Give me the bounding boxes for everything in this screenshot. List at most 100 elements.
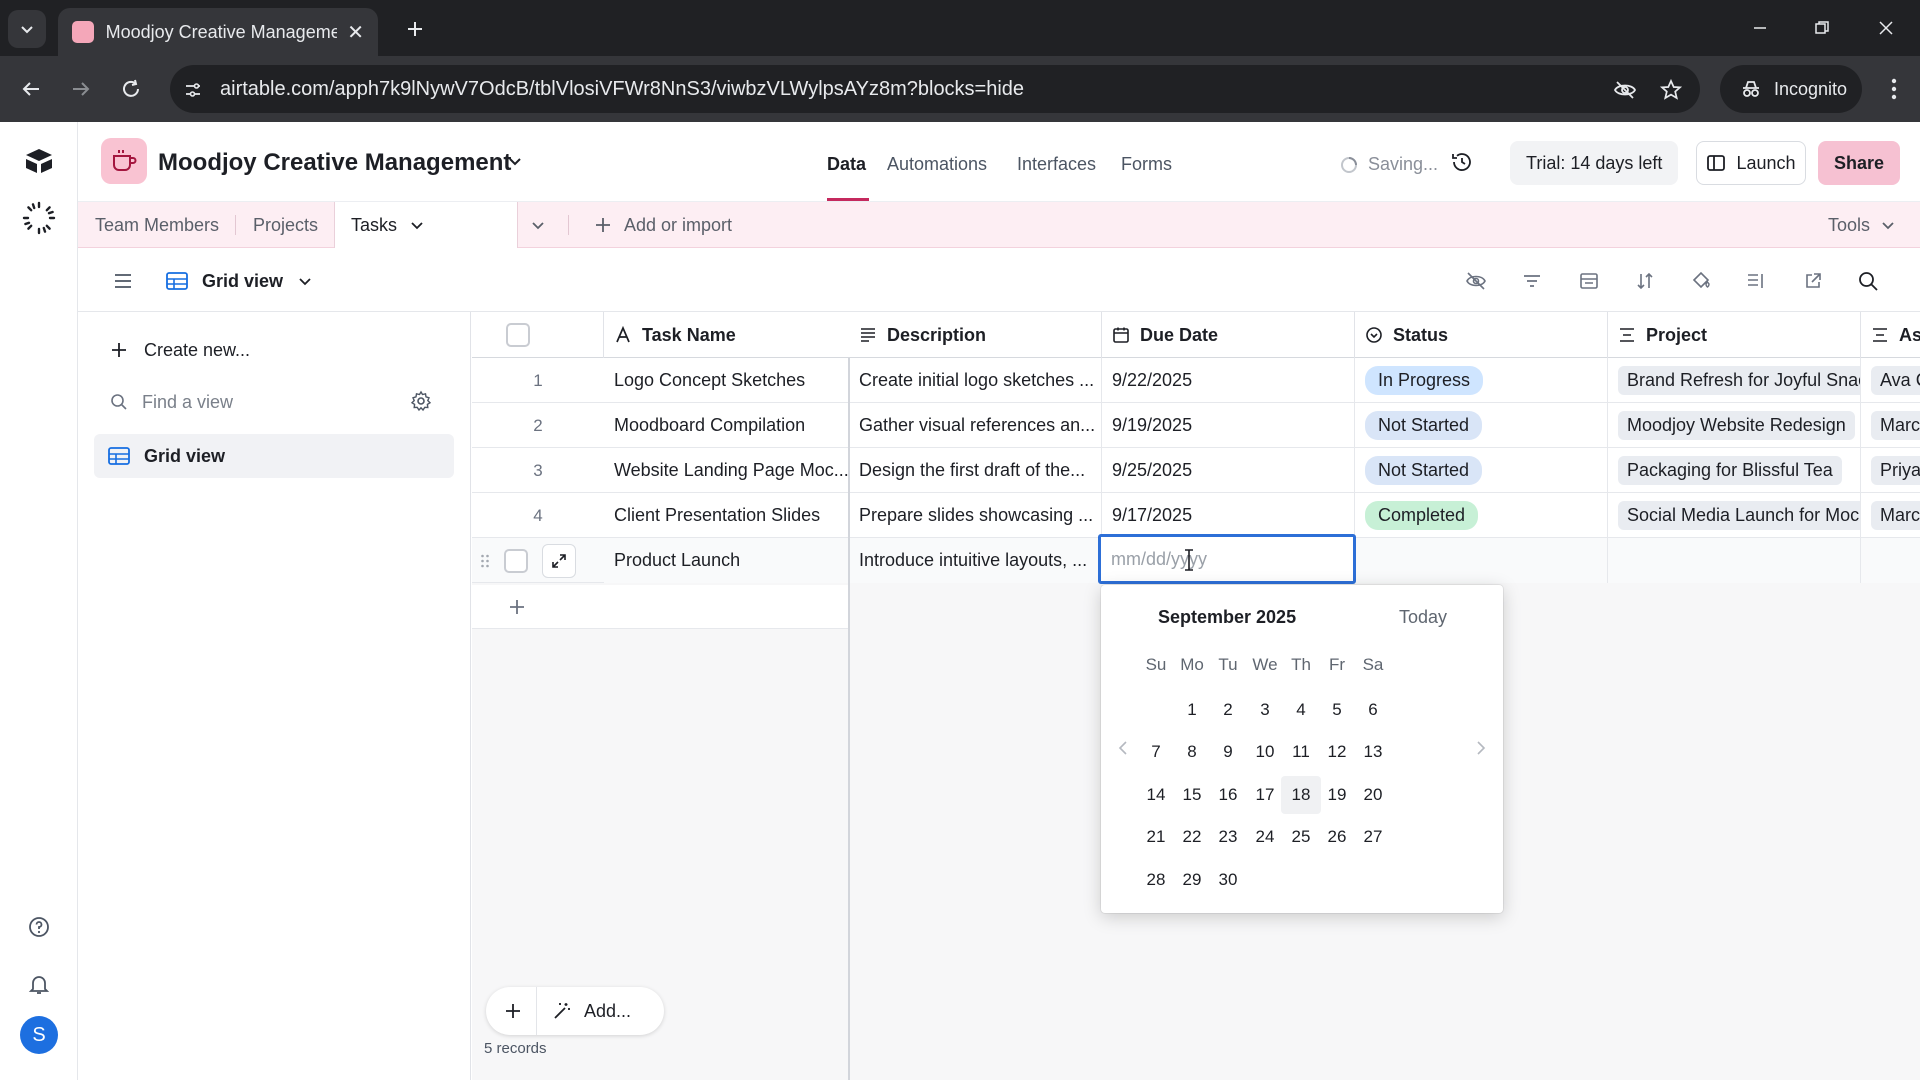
calendar-day[interactable]: 19: [1317, 776, 1357, 814]
assignee-cell[interactable]: Marcu: [1861, 493, 1920, 538]
nav-tab-forms[interactable]: Forms: [1121, 154, 1172, 175]
calendar-day[interactable]: 22: [1172, 818, 1212, 856]
back-button[interactable]: [14, 72, 48, 106]
column-header-assignee[interactable]: Assignee: [1861, 312, 1920, 358]
calendar-day[interactable]: 2: [1208, 691, 1248, 729]
due-date-cell[interactable]: 9/25/2025: [1102, 448, 1355, 493]
calendar-day[interactable]: 20: [1353, 776, 1393, 814]
browser-tab[interactable]: Moodjoy Creative Management ✕: [58, 8, 378, 56]
hide-fields-button[interactable]: [1463, 268, 1489, 294]
description-cell[interactable]: Introduce intuitive layouts, ...: [849, 538, 1102, 583]
column-header-task-name[interactable]: Task Name: [604, 312, 849, 358]
share-view-button[interactable]: [1800, 268, 1826, 294]
assignee-cell[interactable]: Marcu: [1861, 403, 1920, 448]
column-header-description[interactable]: Description: [849, 312, 1102, 358]
next-month-icon[interactable]: [1474, 739, 1488, 757]
calendar-day[interactable]: 17: [1245, 776, 1285, 814]
status-cell[interactable]: [1355, 538, 1608, 583]
due-date-cell[interactable]: 9/22/2025: [1102, 358, 1355, 403]
project-cell[interactable]: Moodjoy Website Redesign: [1608, 403, 1861, 448]
drag-handle-icon[interactable]: [480, 553, 490, 569]
due-date-cell[interactable]: 9/19/2025: [1102, 403, 1355, 448]
checkbox[interactable]: [506, 323, 530, 347]
find-view-input[interactable]: Find a view: [94, 380, 454, 424]
sort-button[interactable]: [1632, 268, 1658, 294]
task-name-cell[interactable]: Product Launch: [604, 538, 849, 583]
task-name-cell[interactable]: Website Landing Page Moc...: [604, 448, 849, 493]
help-icon[interactable]: [20, 908, 58, 946]
calendar-day[interactable]: 8: [1172, 733, 1212, 771]
task-name-cell[interactable]: Logo Concept Sketches: [604, 358, 849, 403]
today-button[interactable]: Today: [1399, 607, 1447, 628]
column-header-project[interactable]: Project: [1608, 312, 1861, 358]
status-cell[interactable]: In Progress: [1355, 358, 1608, 403]
incognito-indicator[interactable]: Incognito: [1720, 65, 1862, 113]
table-row[interactable]: 3 Website Landing Page Moc... Design the…: [472, 448, 1920, 493]
description-cell[interactable]: Gather visual references an...: [849, 403, 1102, 448]
status-cell[interactable]: Completed: [1355, 493, 1608, 538]
add-or-import-button[interactable]: Add or import: [516, 202, 732, 248]
calendar-day[interactable]: 6: [1353, 691, 1393, 729]
calendar-day[interactable]: 10: [1245, 733, 1285, 771]
calendar-day[interactable]: 27: [1353, 818, 1393, 856]
table-row[interactable]: 1 Logo Concept Sketches Create initial l…: [472, 358, 1920, 403]
calendar-day[interactable]: 15: [1172, 776, 1212, 814]
assignee-cell[interactable]: Ava C: [1861, 358, 1920, 403]
site-info-icon[interactable]: [180, 77, 206, 103]
address-bar[interactable]: airtable.com/apph7k9lNywV7OdcB/tblVlosiV…: [170, 65, 1700, 113]
calendar-day[interactable]: 12: [1317, 733, 1357, 771]
nav-tab-data[interactable]: Data: [827, 154, 866, 175]
add-record-row[interactable]: [472, 585, 849, 629]
trial-badge[interactable]: Trial: 14 days left: [1510, 141, 1679, 185]
calendar-day[interactable]: 9: [1208, 733, 1248, 771]
view-switcher[interactable]: Grid view: [166, 266, 313, 296]
calendar-day[interactable]: 11: [1281, 733, 1321, 771]
launch-button[interactable]: Launch: [1696, 141, 1806, 185]
calendar-day[interactable]: 24: [1245, 818, 1285, 856]
calendar-day[interactable]: 18: [1281, 775, 1321, 814]
table-row[interactable]: 2 Moodboard Compilation Gather visual re…: [472, 403, 1920, 448]
calendar-day[interactable]: 14: [1136, 776, 1176, 814]
description-cell[interactable]: Prepare slides showcasing ...: [849, 493, 1102, 538]
table-tab-projects[interactable]: Projects: [253, 202, 318, 248]
column-header-due-date[interactable]: Due Date: [1102, 312, 1355, 358]
project-cell[interactable]: Packaging for Blissful Tea: [1608, 448, 1861, 493]
task-name-cell[interactable]: Client Presentation Slides: [604, 493, 849, 538]
calendar-day[interactable]: 29: [1172, 861, 1212, 899]
tab-search-button[interactable]: [8, 10, 46, 48]
minimize-window-button[interactable]: [1740, 10, 1780, 46]
browser-menu-button[interactable]: [1878, 72, 1910, 106]
add-record-button[interactable]: [498, 997, 528, 1025]
add-with-ai-button[interactable]: Add...: [552, 997, 631, 1025]
bell-icon[interactable]: [20, 965, 58, 1003]
calendar-day[interactable]: 28: [1136, 861, 1176, 899]
status-cell[interactable]: Not Started: [1355, 448, 1608, 493]
sidebar-view-grid[interactable]: Grid view: [94, 434, 454, 478]
calendar-day[interactable]: 4: [1281, 691, 1321, 729]
assignee-cell[interactable]: Priya: [1861, 448, 1920, 493]
calendar-day[interactable]: 21: [1136, 818, 1176, 856]
calendar-day[interactable]: 13: [1353, 733, 1393, 771]
calendar-day[interactable]: 30: [1208, 861, 1248, 899]
calendar-day[interactable]: 26: [1317, 818, 1357, 856]
history-button[interactable]: [1450, 150, 1474, 174]
create-new-view-button[interactable]: Create new...: [94, 328, 454, 372]
assignee-cell[interactable]: [1861, 538, 1920, 583]
calendar-day[interactable]: 1: [1172, 691, 1212, 729]
view-settings-button[interactable]: [410, 390, 432, 412]
previous-month-icon[interactable]: [1116, 739, 1130, 757]
nav-tab-interfaces[interactable]: Interfaces: [1017, 154, 1096, 175]
calendar-day[interactable]: 16: [1208, 776, 1248, 814]
project-cell[interactable]: Social Media Launch for Moc: [1608, 493, 1861, 538]
close-window-button[interactable]: [1866, 10, 1906, 46]
base-menu-chevron-icon[interactable]: [506, 152, 524, 170]
base-icon[interactable]: [101, 138, 147, 184]
filter-button[interactable]: [1519, 268, 1545, 294]
reload-button[interactable]: [114, 72, 148, 106]
table-row[interactable]: 4 Client Presentation Slides Prepare sli…: [472, 493, 1920, 538]
description-cell[interactable]: Design the first draft of the...: [849, 448, 1102, 493]
forward-button[interactable]: [64, 72, 98, 106]
tools-menu-button[interactable]: Tools: [1828, 202, 1896, 248]
omni-ai-icon[interactable]: [20, 199, 58, 237]
nav-tab-automations[interactable]: Automations: [887, 154, 987, 175]
